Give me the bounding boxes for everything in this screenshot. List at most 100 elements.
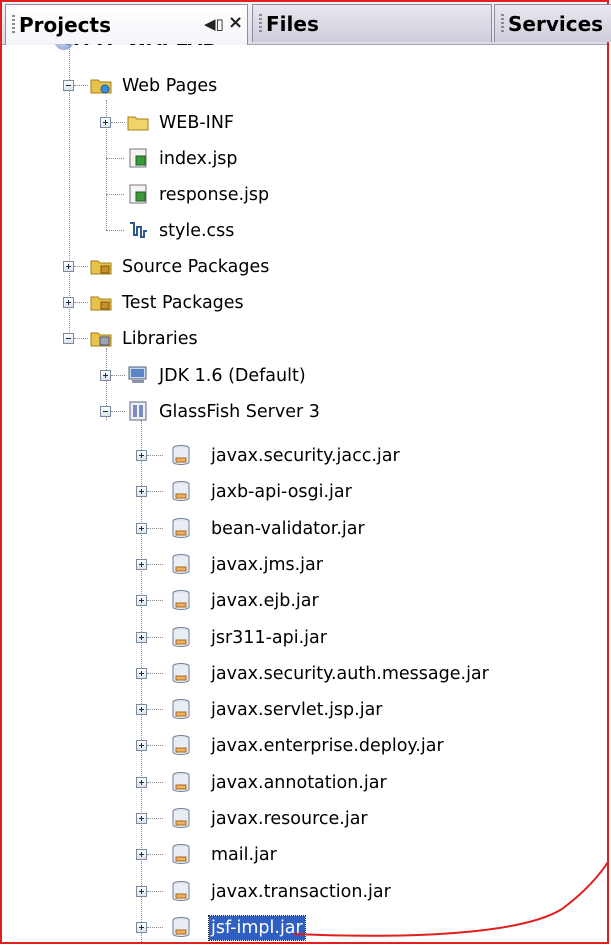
jar-file-icon <box>172 590 190 611</box>
expand-jar[interactable] <box>136 632 147 643</box>
tree-item-jar[interactable]: javax.resource.jar <box>209 803 370 835</box>
tab-projects-label: Projects <box>19 13 112 37</box>
tree-branch <box>147 891 163 892</box>
expand-test-packages[interactable] <box>63 297 74 308</box>
tree-branch <box>147 854 163 855</box>
style-css-label: style.css <box>159 221 235 241</box>
tree-item-project[interactable]: HTTP WAPLAB <box>62 44 219 56</box>
jar-label: mail.jar <box>211 845 277 865</box>
tree-branch <box>74 85 88 86</box>
tree-item-glassfish[interactable]: GlassFish Server 3 <box>157 396 322 428</box>
jar-file-icon <box>172 627 190 648</box>
test-packages-label: Test Packages <box>122 293 244 313</box>
jar-label: javax.resource.jar <box>211 809 368 829</box>
jsp-file-icon <box>129 184 147 204</box>
tree-item-libraries[interactable]: Libraries <box>120 323 200 355</box>
jar-file-icon <box>172 881 190 902</box>
expand-jar[interactable] <box>136 849 147 860</box>
project-tree[interactable]: HTTP WAPLAB Web Pages WEB-INF index.jsp … <box>2 44 607 942</box>
tree-item-jar[interactable]: javax.transaction.jar <box>209 876 393 908</box>
jar-label: jsr311-api.jar <box>211 628 327 648</box>
tree-branch <box>147 637 163 638</box>
tree-branch <box>147 927 163 928</box>
web-pages-label: Web Pages <box>122 76 218 96</box>
package-folder-icon <box>90 260 112 275</box>
expand-jar[interactable] <box>136 486 147 497</box>
jar-label: javax.security.jacc.jar <box>211 446 400 466</box>
tree-item-index-jsp[interactable]: index.jsp <box>157 143 240 175</box>
tree-branch <box>74 338 88 339</box>
index-jsp-label: index.jsp <box>159 149 238 169</box>
expand-jdk[interactable] <box>100 370 111 381</box>
tree-guide <box>141 420 142 942</box>
tree-item-jar[interactable]: javax.annotation.jar <box>209 767 389 799</box>
expand-jar[interactable] <box>136 886 147 897</box>
tree-item-jar[interactable]: javax.security.auth.message.jar <box>209 658 491 690</box>
tree-branch <box>147 745 163 746</box>
expand-jar[interactable] <box>136 922 147 933</box>
jar-label: bean-validator.jar <box>211 519 365 539</box>
tree-item-jar[interactable]: jaxb-api-osgi.jar <box>209 476 354 508</box>
tree-branch <box>111 375 125 376</box>
collapse-libraries[interactable] <box>63 333 74 344</box>
tree-branch <box>147 600 163 601</box>
expand-jar[interactable] <box>136 559 147 570</box>
tree-item-jar[interactable]: bean-validator.jar <box>209 513 367 545</box>
expand-jar[interactable] <box>136 813 147 824</box>
project-label: HTTP WAPLAB <box>62 44 219 52</box>
collapse-web-pages[interactable] <box>63 80 74 91</box>
expand-source-packages[interactable] <box>63 261 74 272</box>
tree-item-jar[interactable]: javax.ejb.jar <box>209 585 321 617</box>
expand-jar[interactable] <box>136 704 147 715</box>
web-inf-label: WEB-INF <box>159 113 234 133</box>
expand-jar[interactable] <box>136 668 147 679</box>
tree-item-response-jsp[interactable]: response.jsp <box>157 179 271 211</box>
jar-file-icon <box>172 663 190 684</box>
tree-item-jar[interactable]: javax.jms.jar <box>209 549 325 581</box>
tree-item-jar[interactable]: javax.servlet.jsp.jar <box>209 694 385 726</box>
library-folder-icon <box>90 332 112 347</box>
expand-jar[interactable] <box>136 740 147 751</box>
tree-item-jar[interactable]: mail.jar <box>209 839 279 871</box>
tree-item-test-packages[interactable]: Test Packages <box>120 287 246 319</box>
tab-services[interactable]: Services <box>494 4 611 42</box>
tree-item-web-pages[interactable]: Web Pages <box>120 70 219 102</box>
jar-label: jsf-impl.jar <box>208 915 306 941</box>
jar-file-icon <box>172 808 190 829</box>
expand-jar[interactable] <box>136 523 147 534</box>
tree-branch <box>147 491 163 492</box>
tree-item-style-css[interactable]: style.css <box>157 215 236 247</box>
expand-web-inf[interactable] <box>100 117 111 128</box>
tab-grip-icon <box>12 15 15 35</box>
collapse-glassfish[interactable] <box>100 406 111 417</box>
tree-item-jar[interactable]: jsf-impl.jar <box>208 912 306 942</box>
tree-item-jar[interactable]: javax.enterprise.deploy.jar <box>209 730 446 762</box>
expand-jar[interactable] <box>136 450 147 461</box>
jar-label: javax.ejb.jar <box>211 591 319 611</box>
tree-item-jdk[interactable]: JDK 1.6 (Default) <box>157 360 308 392</box>
tab-grip-icon <box>501 13 504 34</box>
tree-item-source-packages[interactable]: Source Packages <box>120 251 271 283</box>
tree-branch <box>74 266 88 267</box>
tree-item-web-inf[interactable]: WEB-INF <box>157 107 236 139</box>
jar-label: javax.transaction.jar <box>211 882 391 902</box>
jdk-platform-icon <box>128 366 147 383</box>
folder-icon <box>127 116 149 131</box>
tree-branch <box>147 818 163 819</box>
tree-item-jar[interactable]: jsr311-api.jar <box>209 622 329 654</box>
glassfish-label: GlassFish Server 3 <box>159 402 320 422</box>
minimize-icon[interactable]: ◀▯ <box>204 15 224 33</box>
tab-projects[interactable]: Projects ◀▯ × <box>5 4 248 45</box>
tree-branch <box>106 194 124 195</box>
tree-branch <box>147 455 163 456</box>
expand-jar[interactable] <box>136 777 147 788</box>
tree-item-jar[interactable]: javax.security.jacc.jar <box>209 440 402 472</box>
jar-label: jaxb-api-osgi.jar <box>211 482 352 502</box>
tree-branch <box>106 230 124 231</box>
tree-branch <box>147 709 163 710</box>
tree-branch <box>106 158 124 159</box>
expand-jar[interactable] <box>136 595 147 606</box>
tab-files[interactable]: Files <box>252 4 492 42</box>
jar-file-icon <box>172 481 190 502</box>
close-icon[interactable]: × <box>228 12 243 33</box>
